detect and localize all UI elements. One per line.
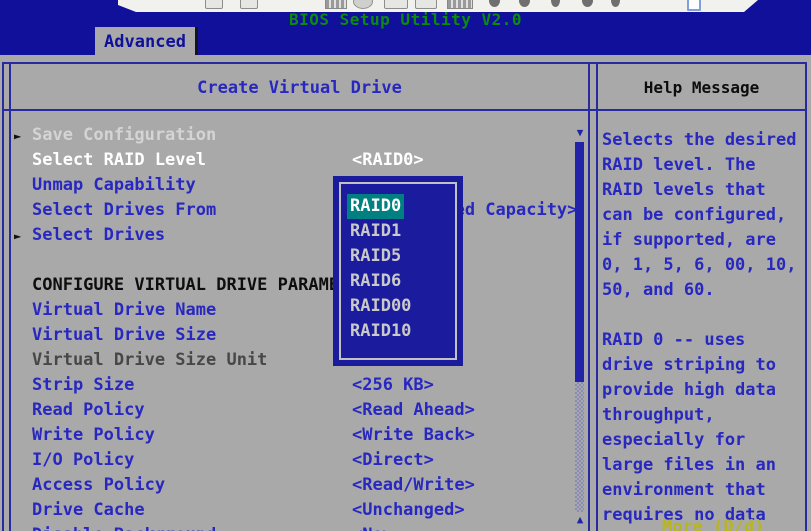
raid-level-option[interactable]: RAID0 bbox=[347, 194, 404, 219]
option-row[interactable]: Access Policy <Read/Write> bbox=[14, 474, 579, 496]
help-message-text: Selects the desiredRAID level. TheRAID l… bbox=[602, 128, 804, 528]
option-row[interactable]: Disable Background <No> bbox=[14, 524, 579, 531]
toolbar-icon[interactable] bbox=[325, 0, 347, 9]
option-row[interactable]: Read Policy <Read Ahead> bbox=[14, 399, 579, 421]
option-label: Virtual Drive Size Unit bbox=[32, 349, 267, 371]
toolbar-icon[interactable] bbox=[447, 0, 473, 9]
toolbar-icon[interactable] bbox=[353, 0, 373, 9]
toolbar-icon[interactable] bbox=[611, 0, 620, 7]
help-text-line: RAID 0 -- uses bbox=[602, 328, 804, 353]
option-row[interactable]: ► Save Configuration bbox=[14, 124, 579, 146]
option-row[interactable]: I/O Policy <Direct> bbox=[14, 449, 579, 471]
left-pane-inner-border bbox=[9, 62, 11, 531]
help-text-line: if supported, are bbox=[602, 228, 804, 253]
option-row[interactable]: Drive Cache <Unchanged> bbox=[14, 499, 579, 521]
scrollbar-thumb[interactable] bbox=[575, 142, 584, 382]
raid-level-option[interactable]: RAID5 bbox=[347, 244, 404, 269]
option-row[interactable]: CONFIGURE VIRTUAL DRIVE PARAMETERS: bbox=[14, 274, 579, 296]
option-row[interactable]: Select RAID Level <RAID0> bbox=[14, 149, 579, 171]
option-value: <Write Back> bbox=[352, 424, 475, 446]
help-text-line: RAID level. The bbox=[602, 153, 804, 178]
option-value: <Read Ahead> bbox=[352, 399, 475, 421]
toolbar-icon[interactable] bbox=[240, 0, 258, 9]
option-label: Select RAID Level bbox=[32, 149, 206, 171]
help-text-line: environment that bbox=[602, 478, 804, 503]
option-row[interactable]: ► Select Drives bbox=[14, 224, 579, 246]
header-underline bbox=[2, 109, 805, 111]
option-label: Unmap Capability bbox=[32, 174, 196, 196]
help-text-line: can be configured, bbox=[602, 203, 804, 228]
toolbar-icon[interactable] bbox=[519, 0, 530, 7]
option-value: <256 KB> bbox=[352, 374, 434, 396]
option-label: Select Drives bbox=[32, 224, 165, 246]
raid-level-option[interactable]: RAID00 bbox=[347, 294, 414, 319]
raid-level-dropdown: RAID0RAID1RAID5RAID6RAID00RAID10 bbox=[333, 176, 463, 366]
raid-level-option[interactable]: RAID1 bbox=[347, 219, 404, 244]
help-text-line: Selects the desired bbox=[602, 128, 804, 153]
option-label: Save Configuration bbox=[32, 124, 216, 146]
toolbar-icon[interactable] bbox=[582, 0, 593, 7]
help-text-line: provide high data bbox=[602, 378, 804, 403]
option-label: Select Drives From bbox=[32, 199, 216, 221]
scroll-down-icon[interactable]: ▼ bbox=[574, 127, 586, 139]
help-text-line bbox=[602, 303, 804, 328]
help-text-line: drive striping to bbox=[602, 353, 804, 378]
scroll-up-icon[interactable]: ▲ bbox=[574, 514, 586, 526]
option-value: <RAID0> bbox=[352, 149, 424, 171]
option-label: Virtual Drive Size bbox=[32, 324, 216, 346]
toolbar-icon[interactable] bbox=[551, 0, 560, 7]
option-label: Write Policy bbox=[32, 424, 155, 446]
option-label: Read Policy bbox=[32, 399, 145, 421]
help-pane-title: Help Message bbox=[598, 78, 805, 97]
option-label: Drive Cache bbox=[32, 499, 145, 521]
option-row[interactable]: Select Drives From<Unconfigured Capacity… bbox=[14, 199, 579, 221]
submenu-arrow-icon: ► bbox=[14, 225, 21, 247]
option-row[interactable]: Write Policy <Write Back> bbox=[14, 424, 579, 446]
tab-advanced[interactable]: Advanced bbox=[95, 27, 198, 57]
option-row[interactable]: Virtual Drive Name bbox=[14, 299, 579, 321]
help-text-line: 50, and 60. bbox=[602, 278, 804, 303]
option-row[interactable]: Strip Size <256 KB> bbox=[14, 374, 579, 396]
raid-level-option[interactable]: RAID10 bbox=[347, 319, 414, 344]
help-text-line: especially for bbox=[602, 428, 804, 453]
toolbar-icon[interactable] bbox=[489, 0, 500, 7]
option-label: Disable Background bbox=[32, 524, 216, 531]
submenu-arrow-icon: ► bbox=[14, 125, 21, 147]
left-pane-right-border bbox=[588, 62, 590, 531]
option-label: Access Policy bbox=[32, 474, 165, 496]
option-value: <Direct> bbox=[352, 449, 434, 471]
option-label: I/O Policy bbox=[32, 449, 134, 471]
option-value: <Unchanged> bbox=[352, 499, 465, 521]
help-more-indicator: More (D/d) bbox=[662, 517, 764, 531]
help-pane-left-border bbox=[596, 62, 598, 531]
option-row[interactable]: Unmap Capability bbox=[14, 174, 579, 196]
option-label: Strip Size bbox=[32, 374, 134, 396]
bios-screen: BIOS Setup Utility V2.0 Advanced Create … bbox=[0, 0, 811, 531]
help-text-line: throughput, bbox=[602, 403, 804, 428]
page-title: Create Virtual Drive bbox=[11, 78, 588, 98]
help-text-line: RAID levels that bbox=[602, 178, 804, 203]
scrollbar-track[interactable] bbox=[575, 382, 584, 512]
toolbar-icon[interactable] bbox=[415, 0, 437, 9]
option-value: <No> bbox=[352, 524, 393, 531]
raid-level-option[interactable]: RAID6 bbox=[347, 269, 404, 294]
option-row[interactable]: Virtual Drive Size bbox=[14, 324, 579, 346]
help-text-line: 0, 1, 5, 6, 00, 10, bbox=[602, 253, 804, 278]
toolbar-icon[interactable] bbox=[205, 0, 223, 9]
toolbar-icon[interactable] bbox=[384, 0, 408, 9]
help-text-line: large files in an bbox=[602, 453, 804, 478]
option-label: Virtual Drive Name bbox=[32, 299, 216, 321]
option-value: <Read/Write> bbox=[352, 474, 475, 496]
option-row[interactable]: Virtual Drive Size Unit bbox=[14, 349, 579, 371]
raid-level-dropdown-inner: RAID0RAID1RAID5RAID6RAID00RAID10 bbox=[339, 182, 457, 360]
